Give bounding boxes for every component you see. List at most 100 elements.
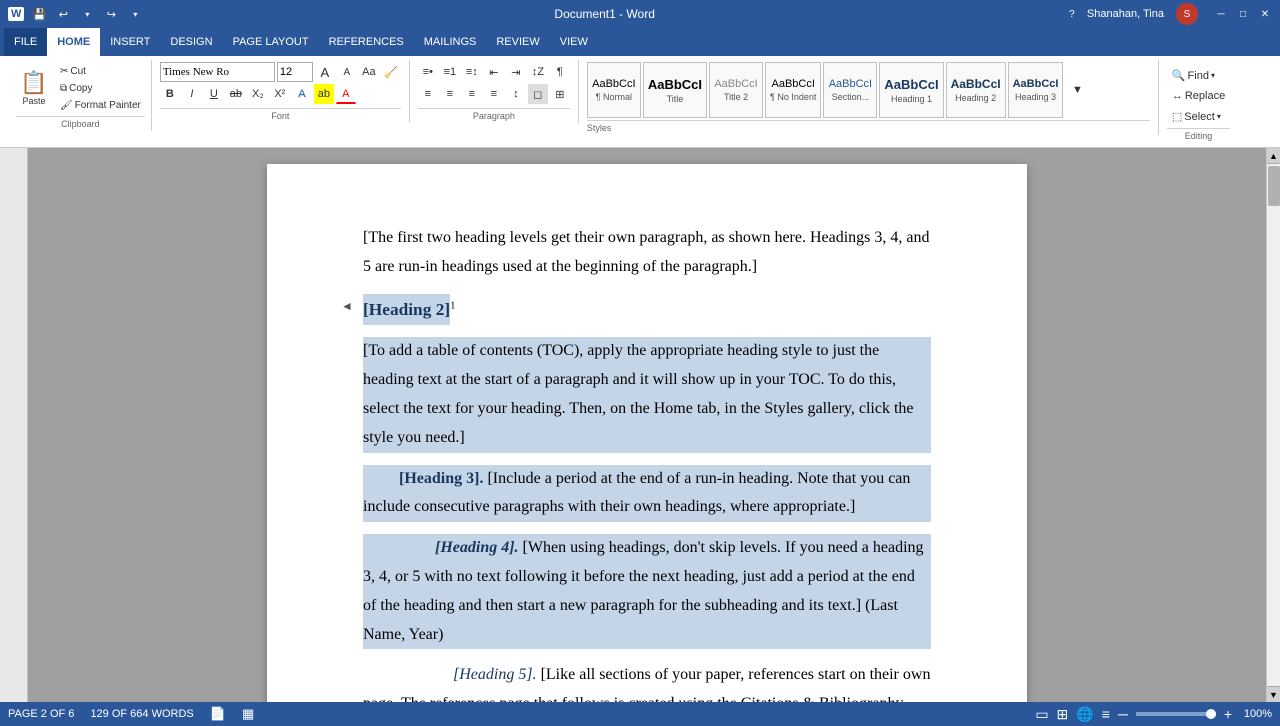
justify-button[interactable]: ≡ <box>484 84 504 104</box>
font-name-input[interactable] <box>160 62 275 82</box>
help-button[interactable]: ? <box>1065 7 1079 21</box>
scroll-down-button[interactable]: ▼ <box>1267 686 1280 702</box>
style-heading2[interactable]: AaBbCcI Heading 2 <box>946 62 1006 118</box>
status-bar: PAGE 2 OF 6 129 OF 664 WORDS 📄 ▦ ▭ ⊞ 🌐 ≡… <box>0 702 1280 726</box>
heading4-text: [Heading 4]. <box>435 539 519 556</box>
scroll-up-button[interactable]: ▲ <box>1267 148 1280 164</box>
show-marks-button[interactable]: ¶ <box>550 62 570 82</box>
style-no-indent[interactable]: AaBbCcI ¶ No Indent <box>765 62 821 118</box>
text-effects-button[interactable]: A <box>292 84 312 104</box>
heading2-text: [Heading 2] <box>363 294 450 325</box>
zoom-percent[interactable]: 100% <box>1240 708 1272 720</box>
paragraph-label: Paragraph <box>418 108 570 121</box>
align-left-button[interactable]: ≡ <box>418 84 438 104</box>
line-spacing-button[interactable]: ↕ <box>506 84 526 104</box>
style-normal[interactable]: AaBbCcI ¶ Normal <box>587 62 641 118</box>
zoom-slider[interactable] <box>1136 712 1216 716</box>
page[interactable]: [The first two heading levels get their … <box>267 164 1027 702</box>
zoom-thumb <box>1206 709 1216 719</box>
tab-mailings[interactable]: MAILINGS <box>414 28 487 56</box>
tab-home[interactable]: HOME <box>47 28 100 56</box>
subscript-button[interactable]: X₂ <box>248 84 268 104</box>
strikethrough-button[interactable]: ab <box>226 84 246 104</box>
tab-review[interactable]: REVIEW <box>486 28 549 56</box>
replace-icon: ↔ <box>1172 90 1183 102</box>
scroll-thumb[interactable] <box>1268 166 1280 206</box>
font-shrink-icon[interactable]: A <box>337 62 357 82</box>
copy-button[interactable]: ⧉ Copy <box>56 81 145 96</box>
superscript-button[interactable]: X² <box>270 84 290 104</box>
heading2-block: [Heading 2]1 <box>363 302 455 319</box>
paste-button[interactable]: 📋 Paste <box>16 62 52 114</box>
font-label: Font <box>160 108 401 121</box>
italic-button[interactable]: I <box>182 84 202 104</box>
document-scroll[interactable]: [The first two heading levels get their … <box>28 148 1266 702</box>
font-size-input[interactable] <box>277 62 313 82</box>
bold-button[interactable]: B <box>160 84 180 104</box>
font-color-button[interactable]: A <box>336 84 356 104</box>
heading5-paragraph: [Heading 5]. [Like all sections of your … <box>363 661 931 702</box>
editing-group: 🔍 Find ▾ ↔ Replace ⬚ Select ▾ Editing <box>1159 60 1238 143</box>
find-icon: 🔍 <box>1172 69 1186 82</box>
user-name: Shanahan, Tina <box>1087 8 1164 20</box>
border-button[interactable]: ⊞ <box>550 84 570 104</box>
cut-button[interactable]: ✂ Cut <box>56 64 145 79</box>
paragraph-group: ≡• ≡1 ≡↕ ⇤ ⇥ ↕Z ¶ ≡ ≡ ≡ ≡ ↕ ◻ ⊞ Paragrap… <box>410 60 579 123</box>
undo-dropdown-icon[interactable]: ▾ <box>78 5 96 23</box>
word-count: 129 OF 664 WORDS <box>90 708 193 720</box>
format-painter-button[interactable]: 🖌 Format Painter <box>56 98 145 113</box>
bullets-button[interactable]: ≡• <box>418 62 438 82</box>
clipboard-label: Clipboard <box>16 116 145 129</box>
heading2-paragraph: ◄ [Heading 2]1 <box>363 294 931 326</box>
align-center-button[interactable]: ≡ <box>440 84 460 104</box>
quick-save-icon[interactable]: 💾 <box>30 5 48 23</box>
paste-label: Paste <box>22 96 45 106</box>
align-right-button[interactable]: ≡ <box>462 84 482 104</box>
multilevel-button[interactable]: ≡↕ <box>462 62 482 82</box>
styles-label: Styles <box>587 120 1150 133</box>
find-button[interactable]: 🔍 Find ▾ <box>1167 66 1230 85</box>
font-group: A A Aa 🧹 B I U ab X₂ X² A ab A Font <box>152 60 410 123</box>
editing-label: Editing <box>1167 128 1230 141</box>
decrease-indent-icon[interactable]: ⇤ <box>484 62 504 82</box>
tab-page-layout[interactable]: PAGE LAYOUT <box>223 28 319 56</box>
tab-design[interactable]: DESIGN <box>160 28 222 56</box>
toc-paragraph: [To add a table of contents (TOC), apply… <box>363 337 931 452</box>
style-section[interactable]: AaBbCcI Section... <box>823 62 877 118</box>
style-heading3[interactable]: AaBbCcI Heading 3 <box>1008 62 1064 118</box>
quick-redo-icon[interactable]: ↪ <box>102 5 120 23</box>
tab-insert[interactable]: INSERT <box>100 28 160 56</box>
style-heading1[interactable]: AaBbCcI Heading 1 <box>879 62 943 118</box>
style-title2[interactable]: AaBbCcI Title 2 <box>709 62 763 118</box>
title-center: Document1 - Word <box>144 7 1065 21</box>
replace-button[interactable]: ↔ Replace <box>1167 87 1230 105</box>
customize-qa-icon[interactable]: ▾ <box>126 5 144 23</box>
maximize-button[interactable]: □ <box>1236 7 1250 21</box>
select-button[interactable]: ⬚ Select ▾ <box>1167 107 1230 126</box>
font-grow-icon[interactable]: A <box>315 62 335 82</box>
select-dropdown-icon[interactable]: ▾ <box>1217 112 1221 121</box>
highlight-button[interactable]: ab <box>314 84 334 104</box>
clipboard-group: 📋 Paste ✂ Cut ⧉ Copy 🖌 Format Painter <box>8 60 152 131</box>
close-button[interactable]: ✕ <box>1258 7 1272 21</box>
shading-button[interactable]: ◻ <box>528 84 548 104</box>
change-case-button[interactable]: Aa <box>359 62 379 82</box>
clear-formatting-icon[interactable]: 🧹 <box>381 62 401 82</box>
minimize-button[interactable]: ─ <box>1214 7 1228 21</box>
style-title[interactable]: AaBbCcI Title <box>643 62 707 118</box>
styles-group: AaBbCcI ¶ Normal AaBbCcI Title AaBbCcI T… <box>579 60 1159 135</box>
tab-view[interactable]: VIEW <box>550 28 598 56</box>
right-scrollbar[interactable]: ▲ ▼ <box>1266 148 1280 702</box>
find-dropdown-icon[interactable]: ▾ <box>1211 71 1215 80</box>
sort-button[interactable]: ↕Z <box>528 62 548 82</box>
tab-references[interactable]: REFERENCES <box>319 28 414 56</box>
left-ruler <box>0 148 28 702</box>
underline-button[interactable]: U <box>204 84 224 104</box>
quick-undo-icon[interactable]: ↩ <box>54 5 72 23</box>
tab-file[interactable]: FILE <box>4 28 47 56</box>
numbering-button[interactable]: ≡1 <box>440 62 460 82</box>
styles-expand-icon[interactable]: ▼ <box>1067 80 1087 100</box>
increase-indent-icon[interactable]: ⇥ <box>506 62 526 82</box>
heading5-body: [Like all sections of your paper, refere… <box>363 666 931 702</box>
toc-text: [To add a table of contents (TOC), apply… <box>363 342 914 445</box>
